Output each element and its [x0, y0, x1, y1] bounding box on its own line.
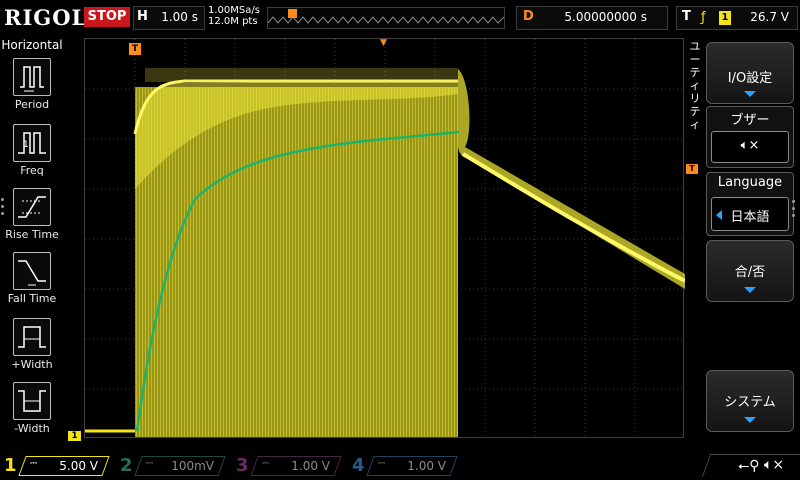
menu-scroll-dots: [792, 200, 796, 221]
sample-rate: 1.00MSa/s: [208, 5, 260, 16]
ch1-scale: 5.00 V: [59, 459, 98, 473]
trigger-status[interactable]: T ƒ 1 26.7 V: [676, 6, 798, 30]
measure-panel-title: Horizontal: [1, 38, 63, 52]
dc-coupling-icon: ⎓: [378, 459, 386, 469]
timebase-label: H: [137, 9, 148, 24]
delay-value: 5.00000000 s: [564, 10, 647, 24]
utility-softkey-menu: I/O設定 ブザー 🔈︎× Language 日本語 合/否 システム: [704, 38, 800, 450]
buzzer-label: ブザー: [730, 113, 770, 128]
language-control[interactable]: Language 日本語: [706, 172, 794, 236]
run-stop-status[interactable]: STOP: [84, 7, 130, 27]
system-label: システム: [724, 395, 776, 410]
horizontal-timebase[interactable]: H 1.00 s: [133, 6, 205, 30]
svg-text:1: 1: [23, 140, 29, 150]
ch3-number: 3: [236, 455, 249, 476]
ch1-decay-band: [457, 69, 685, 289]
rise-time-icon: [13, 188, 51, 226]
measure-rise-time[interactable]: Rise Time: [0, 188, 64, 248]
language-select[interactable]: 日本語: [711, 197, 789, 231]
chevron-down-icon: [744, 287, 756, 293]
overview-wave: [267, 9, 505, 24]
measure-period[interactable]: Period: [0, 58, 64, 118]
ch1-offset-marker[interactable]: 1: [68, 431, 81, 441]
measure-rise-time-label: Rise Time: [5, 228, 59, 241]
measure-fall-time[interactable]: Fall Time: [0, 252, 64, 312]
pos-width-icon: [13, 318, 51, 356]
trigger-level-marker[interactable]: T: [686, 164, 698, 174]
overview-trigger-marker: [288, 9, 297, 18]
center-position-arrow-icon: ▼: [380, 38, 387, 48]
freq-icon: 1: [13, 124, 51, 162]
io-settings-button[interactable]: I/O設定: [706, 42, 794, 104]
chevron-down-icon: [744, 91, 756, 97]
period-icon: [13, 58, 51, 96]
speaker-mute-icon: 🔈︎×: [764, 457, 785, 473]
measure-pos-width-label: +Width: [11, 358, 53, 371]
dc-coupling-icon: ⎓: [30, 459, 38, 469]
timebase-value: 1.00 s: [161, 10, 198, 24]
waveform-canvas: [85, 39, 685, 439]
top-status-bar: RIGOL STOP H 1.00 s 1.00MSa/s 12.0M pts …: [0, 0, 800, 38]
speaker-mute-icon: 🔈︎×: [740, 138, 760, 153]
trigger-level: 26.7 V: [750, 10, 789, 24]
buzzer-control[interactable]: ブザー 🔈︎×: [706, 106, 794, 168]
ch2-scale: 100mV: [171, 459, 214, 473]
waveform-overview-bar[interactable]: [267, 7, 505, 29]
utility-menu-tab[interactable]: ユーティリティ: [689, 40, 701, 131]
dc-coupling-icon: ⎓: [146, 459, 154, 469]
language-label: Language: [717, 175, 783, 190]
measure-neg-width[interactable]: -Width: [0, 382, 64, 442]
rising-edge-icon: ƒ: [701, 10, 706, 25]
ch2-number: 2: [120, 455, 133, 476]
memory-depth: 12.0M pts: [208, 16, 258, 27]
ch4-scale: 1.00 V: [407, 459, 446, 473]
acquisition-info: 1.00MSa/s 12.0M pts: [208, 5, 260, 27]
fall-time-icon: [13, 252, 51, 290]
trigger-source: 1: [719, 11, 731, 25]
measure-pos-width[interactable]: +Width: [0, 318, 64, 378]
language-value: 日本語: [730, 210, 770, 225]
ch4-number: 4: [352, 455, 365, 476]
ch1-status[interactable]: 1 ⎓ 5.00 V: [4, 455, 110, 477]
measure-freq-label: Freq: [20, 164, 44, 177]
neg-width-icon: [13, 382, 51, 420]
measure-panel: Horizontal Period 1 Freq Rise Time Fall …: [0, 38, 64, 450]
pass-fail-label: 合/否: [734, 265, 766, 280]
trigger-position-marker[interactable]: T: [129, 43, 141, 55]
measure-period-label: Period: [14, 98, 50, 111]
waveform-display[interactable]: [84, 38, 685, 439]
ch4-status[interactable]: 4 ⎓ 1.00 V: [352, 455, 458, 477]
pass-fail-button[interactable]: 合/否: [706, 240, 794, 302]
chevron-down-icon: [744, 417, 756, 423]
dc-coupling-icon: ⎓: [262, 459, 270, 469]
usb-icon: ⭠⚲: [738, 458, 760, 474]
ch1-waveform: [85, 68, 685, 437]
system-button[interactable]: システム: [706, 370, 794, 432]
measure-neg-width-label: -Width: [14, 422, 50, 435]
ch3-status[interactable]: 3 ⎓ 1.00 V: [236, 455, 342, 477]
measure-freq[interactable]: 1 Freq: [0, 124, 64, 184]
ch1-number: 1: [4, 455, 17, 476]
rigol-logo: RIGOL: [4, 5, 88, 30]
buzzer-toggle[interactable]: 🔈︎×: [711, 131, 789, 163]
channel-status-bar: 1 ⎓ 5.00 V 2 ⎓ 100mV 3 ⎓ 1.00 V 4 ⎓ 1.00…: [0, 452, 800, 480]
io-settings-label: I/O設定: [727, 71, 773, 86]
measure-fall-time-label: Fall Time: [7, 292, 57, 305]
ch2-status[interactable]: 2 ⎓ 100mV: [120, 455, 226, 477]
ch3-scale: 1.00 V: [291, 459, 330, 473]
horizontal-delay[interactable]: D 5.00000000 s: [516, 6, 668, 30]
trigger-label: T: [682, 9, 691, 24]
delay-label: D: [523, 9, 534, 24]
